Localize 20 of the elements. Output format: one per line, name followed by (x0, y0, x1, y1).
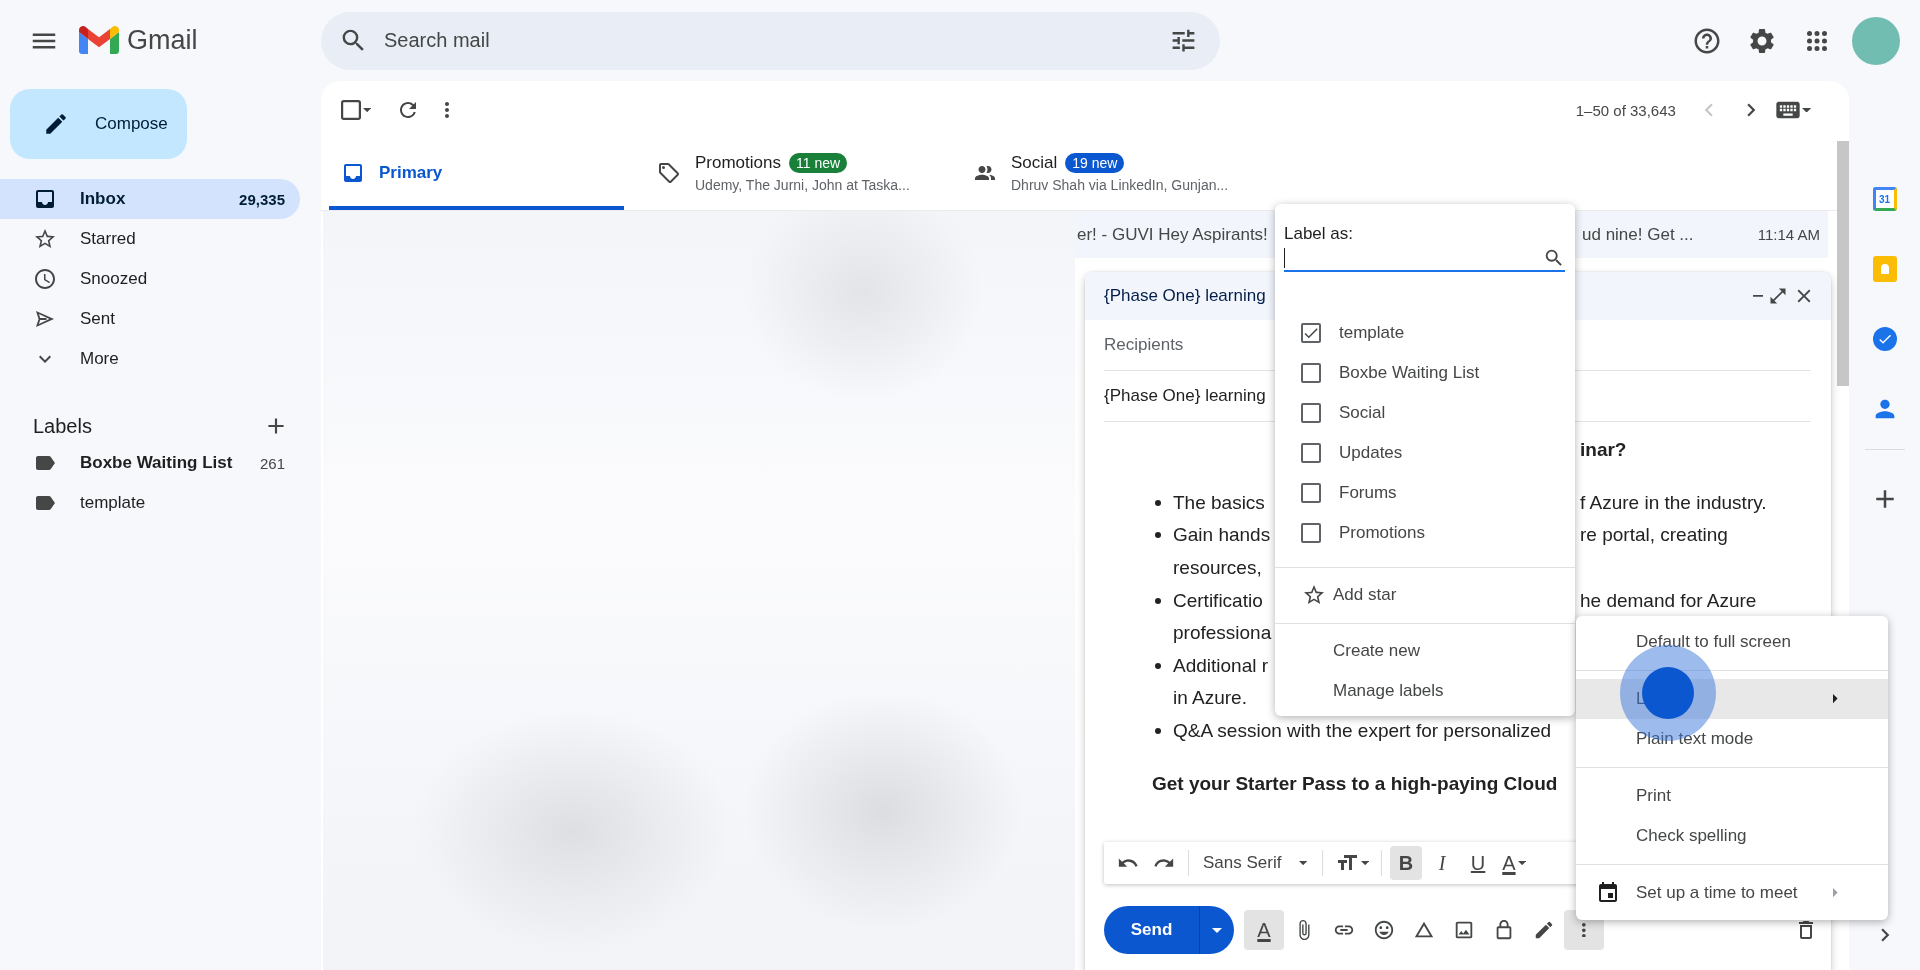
email-heading-text: inar? (1580, 439, 1627, 462)
new-count-badge: 11 new (789, 152, 848, 173)
menu-title: Label as: (1283, 223, 1354, 245)
email-body-text: he demand for Azure (1580, 589, 1757, 612)
email-heading-text: Get your Starter Pass to a high-paying Cloud (1152, 772, 1558, 795)
email-body-text: in Azure. (1173, 687, 1247, 710)
email-body-text: Gain hands (1173, 524, 1271, 547)
page-range-text: 1–50 of 33,643 (1575, 101, 1676, 119)
email-body-text: Certificatio (1173, 589, 1263, 612)
email-body-text: f Azure in the industry. (1580, 491, 1767, 514)
compose-title: {Phase One} learning (1104, 286, 1267, 306)
email-body-text: professiona (1173, 622, 1272, 645)
email-body-text: resources, (1173, 557, 1262, 580)
email-body-text: Q&A session with the expert for personalized (1173, 720, 1552, 743)
new-count-badge: 19 new (1065, 152, 1125, 173)
logo-text: Gmail (127, 25, 198, 56)
email-body-text: Additional r (1173, 654, 1269, 677)
email-body-text: re portal, creating (1580, 524, 1728, 547)
section-heading: Labels (33, 414, 92, 438)
email-body-text: The basics (1173, 491, 1265, 514)
